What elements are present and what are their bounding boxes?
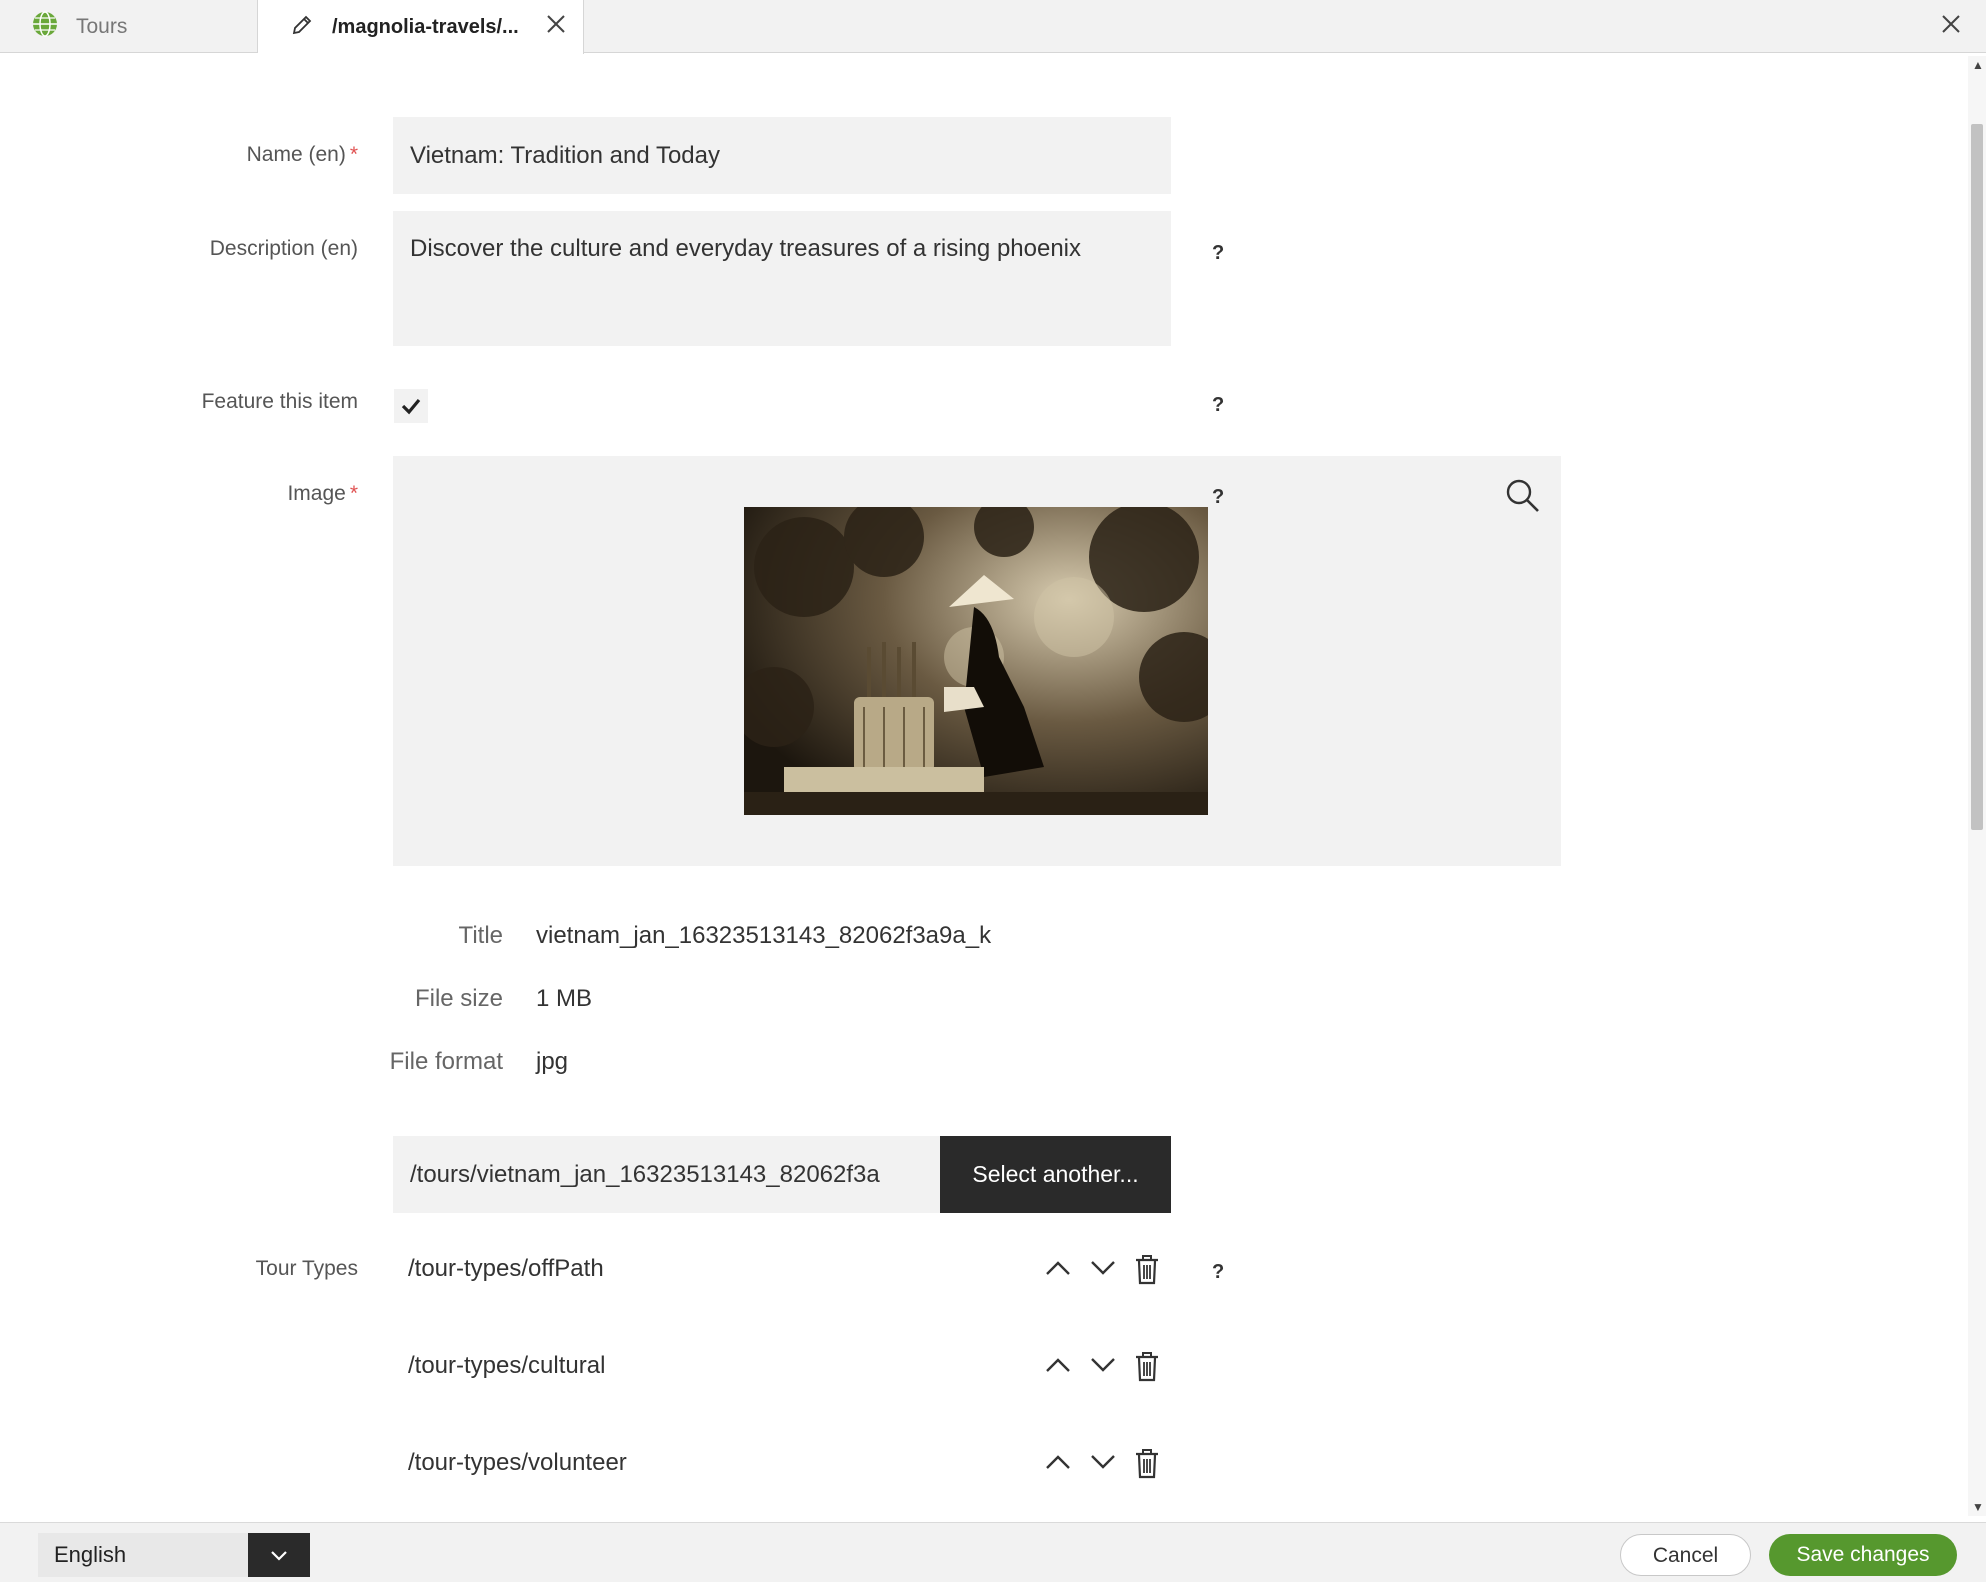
scroll-up-icon[interactable]: ▲ bbox=[1972, 58, 1984, 72]
file-format-value: jpg bbox=[536, 1048, 569, 1075]
select-another-button[interactable]: Select another... bbox=[940, 1136, 1171, 1213]
file-size-value: 1 MB bbox=[536, 985, 593, 1012]
image-title-label: Title bbox=[458, 922, 503, 949]
globe-icon bbox=[32, 11, 58, 42]
tour-type-value[interactable]: /tour-types/cultural bbox=[408, 1352, 605, 1380]
chevron-down-icon bbox=[271, 1551, 287, 1561]
image-field-label: Image * bbox=[287, 482, 358, 505]
description-help-icon[interactable]: ? bbox=[1212, 242, 1224, 265]
close-tab-icon[interactable] bbox=[545, 13, 567, 40]
move-down-icon[interactable] bbox=[1090, 1356, 1116, 1379]
tour-type-value[interactable]: /tour-types/offPath bbox=[408, 1255, 604, 1283]
tour-type-item: /tour-types/cultural bbox=[393, 1338, 1171, 1398]
save-changes-button[interactable]: Save changes bbox=[1769, 1534, 1957, 1576]
move-up-icon[interactable] bbox=[1045, 1259, 1071, 1282]
image-help-icon[interactable]: ? bbox=[1212, 486, 1224, 509]
feature-help-icon[interactable]: ? bbox=[1212, 394, 1224, 417]
move-down-icon[interactable] bbox=[1090, 1259, 1116, 1282]
feature-checkbox[interactable] bbox=[394, 389, 428, 423]
tab-edit-tour[interactable]: /magnolia-travels/... bbox=[258, 0, 584, 54]
name-field-label: Name (en) * bbox=[246, 143, 358, 166]
tour-type-item: /tour-types/offPath bbox=[393, 1241, 1171, 1301]
checkmark-icon bbox=[401, 398, 421, 415]
trash-icon[interactable] bbox=[1134, 1449, 1160, 1484]
file-size-label: File size bbox=[414, 985, 503, 1012]
image-preview-box bbox=[393, 456, 1561, 866]
description-textarea[interactable]: Discover the culture and everyday treasu… bbox=[393, 211, 1171, 346]
description-field-label: Description (en) bbox=[209, 237, 358, 260]
scroll-thumb[interactable] bbox=[1971, 124, 1983, 830]
tab-tours-label: Tours bbox=[76, 14, 128, 38]
image-thumbnail[interactable] bbox=[744, 507, 1208, 815]
scrollbar[interactable]: ▲ ▼ bbox=[1968, 56, 1986, 1516]
image-path-field[interactable]: /tours/vietnam_jan_16323513143_82062f3a bbox=[393, 1136, 941, 1213]
tour-types-help-icon[interactable]: ? bbox=[1212, 1261, 1224, 1284]
image-title-value: vietnam_jan_16323513143_82062f3a9a_k bbox=[536, 922, 992, 949]
language-select[interactable]: English bbox=[38, 1533, 248, 1577]
dialog-footer: English Cancel Save changes bbox=[0, 1522, 1986, 1582]
search-icon[interactable] bbox=[1505, 478, 1541, 519]
move-up-icon[interactable] bbox=[1045, 1356, 1071, 1379]
move-down-icon[interactable] bbox=[1090, 1453, 1116, 1476]
scroll-down-icon[interactable]: ▼ bbox=[1972, 1500, 1984, 1514]
tab-tours[interactable]: Tours bbox=[0, 0, 258, 53]
feature-field-label: Feature this item bbox=[201, 390, 358, 413]
trash-icon[interactable] bbox=[1134, 1352, 1160, 1387]
close-icon[interactable] bbox=[1940, 13, 1962, 40]
tour-types-label: Tour Types bbox=[255, 1257, 358, 1280]
language-dropdown-button[interactable] bbox=[248, 1533, 310, 1577]
tab-bar: Tours /magnolia-travels/... bbox=[0, 0, 1986, 54]
tour-type-value[interactable]: /tour-types/volunteer bbox=[408, 1449, 627, 1477]
file-format-label: File format bbox=[389, 1048, 503, 1075]
tab-edit-label: /magnolia-travels/... bbox=[332, 15, 519, 38]
name-input[interactable]: Vietnam: Tradition and Today bbox=[393, 117, 1171, 194]
move-up-icon[interactable] bbox=[1045, 1453, 1071, 1476]
trash-icon[interactable] bbox=[1134, 1255, 1160, 1290]
cancel-button[interactable]: Cancel bbox=[1620, 1534, 1751, 1576]
pencil-icon bbox=[290, 13, 314, 42]
tour-type-item: /tour-types/volunteer bbox=[393, 1435, 1171, 1495]
